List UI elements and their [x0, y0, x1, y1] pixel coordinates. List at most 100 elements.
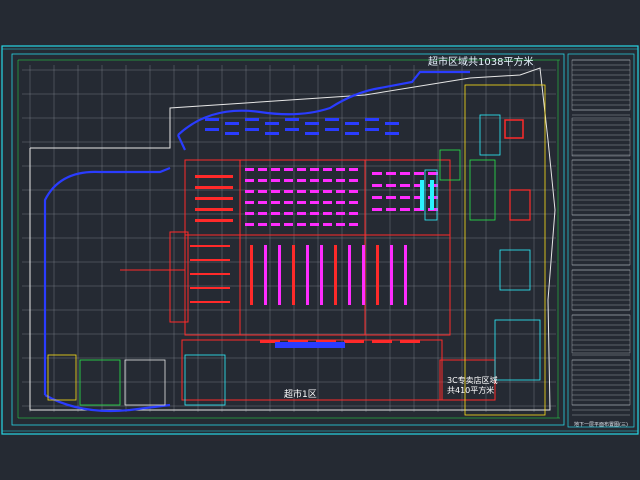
- shelf-block: [245, 223, 254, 226]
- shelf-block: [245, 179, 254, 182]
- shelf-block: [205, 118, 219, 121]
- cad-viewport[interactable]: 超市区域共1038平方米 超市1区 3C专卖店区域 共410平方米 地下一层平面…: [0, 0, 640, 480]
- shelf-block: [323, 212, 332, 215]
- shelf-block: [297, 190, 306, 193]
- shelf-block: [365, 128, 379, 131]
- shelf-block: [414, 172, 424, 175]
- shelf-block: [284, 190, 293, 193]
- shelf-block: [372, 172, 382, 175]
- shelf-block: [195, 197, 233, 200]
- shelf-block: [376, 245, 379, 305]
- shelf-block: [372, 184, 382, 187]
- shelf-block: [336, 201, 345, 204]
- shelf-block: [323, 179, 332, 182]
- shelf-block: [284, 168, 293, 171]
- shelf-block: [372, 340, 392, 343]
- shelf-block: [310, 223, 319, 226]
- shelf-block: [386, 196, 396, 199]
- legend-block: [571, 314, 631, 354]
- shelf-block: [264, 245, 267, 305]
- shelf-block: [349, 190, 358, 193]
- shelf-block: [349, 212, 358, 215]
- legend-block: [571, 159, 631, 216]
- shelf-block: [325, 118, 339, 121]
- shelf-block: [348, 245, 351, 305]
- legend-block: [571, 359, 631, 406]
- shelf-block: [345, 132, 359, 135]
- shelf-block: [284, 201, 293, 204]
- shelf-block: [258, 212, 267, 215]
- drawing-frame: [1, 45, 639, 435]
- shelf-block: [275, 342, 345, 348]
- shelf-block: [195, 186, 233, 189]
- shelf-block: [400, 340, 420, 343]
- shelf-block: [195, 219, 233, 222]
- shop-area-label: 3C专卖店区域: [447, 376, 498, 385]
- shelf-block: [430, 180, 434, 210]
- shelf-block: [258, 223, 267, 226]
- shelf-block: [284, 223, 293, 226]
- shelf-block: [297, 179, 306, 182]
- shelf-block: [349, 179, 358, 182]
- shelf-block: [305, 122, 319, 125]
- shelf-block: [258, 201, 267, 204]
- floor-plan-drawing: [1, 45, 639, 435]
- shelf-block: [385, 132, 399, 135]
- shelf-block: [245, 201, 254, 204]
- legend-block: [571, 219, 631, 266]
- shelf-block: [323, 190, 332, 193]
- shelf-block: [349, 168, 358, 171]
- shelf-block: [310, 190, 319, 193]
- shelf-block: [250, 245, 253, 305]
- legend-block: [571, 117, 631, 157]
- shelf-block: [195, 175, 233, 178]
- shelf-block: [320, 245, 323, 305]
- shelf-block: [372, 208, 382, 211]
- shelf-block: [400, 196, 410, 199]
- shelf-block: [258, 168, 267, 171]
- shop-area-size-label: 共410平方米: [447, 386, 495, 395]
- shelf-block: [245, 168, 254, 171]
- shelf-block: [404, 245, 407, 305]
- shelf-block: [297, 212, 306, 215]
- shelf-block: [385, 122, 399, 125]
- shelf-block: [428, 172, 438, 175]
- service-zone: [424, 84, 546, 416]
- shelf-block: [365, 118, 379, 121]
- shelf-block: [386, 208, 396, 211]
- shelf-block: [205, 128, 219, 131]
- drawing-title: 地下一层平面布置图(三): [574, 422, 628, 428]
- shelf-block: [349, 201, 358, 204]
- shelf-block: [334, 245, 337, 305]
- shelf-block: [336, 179, 345, 182]
- shelf-block: [245, 118, 259, 121]
- lower-rooms: [47, 354, 226, 406]
- supermarket-area-label: 超市区域共1038平方米: [428, 57, 534, 68]
- shelf-block: [336, 190, 345, 193]
- shelf-block: [271, 212, 280, 215]
- shelf-block: [386, 172, 396, 175]
- zone-label: 超市1区: [284, 390, 317, 400]
- shelf-block: [323, 168, 332, 171]
- shelf-block: [310, 212, 319, 215]
- shelf-block: [362, 245, 365, 305]
- shelf-block: [336, 212, 345, 215]
- shelf-block: [420, 180, 424, 210]
- shelf-block: [297, 223, 306, 226]
- shelf-block: [225, 122, 239, 125]
- shelf-block: [400, 172, 410, 175]
- shelf-block: [190, 259, 230, 261]
- shelf-block: [265, 122, 279, 125]
- shelf-block: [305, 132, 319, 135]
- legend-table: [571, 59, 631, 416]
- shelf-block: [225, 132, 239, 135]
- shelving-units: [190, 118, 438, 348]
- shelf-block: [306, 245, 309, 305]
- shelf-block: [386, 184, 396, 187]
- shelf-block: [195, 208, 233, 211]
- shelf-block: [323, 223, 332, 226]
- shelf-block: [349, 223, 358, 226]
- shelf-block: [400, 184, 410, 187]
- shelf-block: [190, 301, 230, 303]
- shelf-block: [297, 168, 306, 171]
